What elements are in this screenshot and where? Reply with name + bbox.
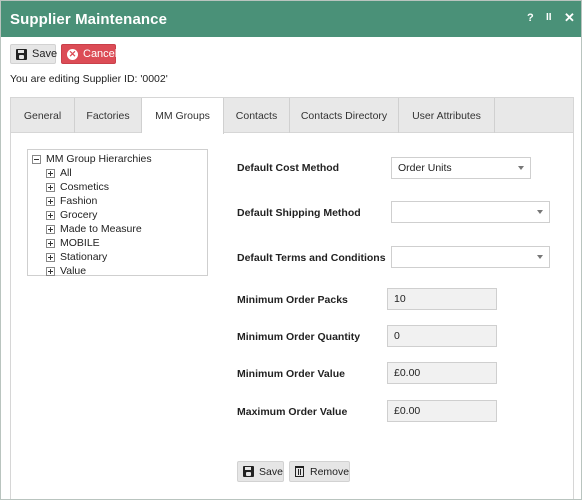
tree-item-label: Cosmetics bbox=[60, 181, 110, 193]
help-icon[interactable]: ? bbox=[527, 12, 534, 24]
tree-item[interactable]: Made to Measure bbox=[46, 222, 142, 236]
tab-contacts[interactable]: Contacts bbox=[224, 98, 290, 133]
tree-item[interactable]: Stationary bbox=[46, 250, 107, 264]
tab-contacts-directory[interactable]: Contacts Directory bbox=[290, 98, 399, 133]
supplier-maintenance-dialog: Supplier Maintenance ? II ✕ Save ✕ Cance… bbox=[0, 0, 582, 500]
dialog-title: Supplier Maintenance bbox=[10, 11, 168, 28]
tree-root-label: MM Group Hierarchies bbox=[46, 153, 152, 165]
min-order-quantity-label: Minimum Order Quantity bbox=[237, 331, 361, 343]
tree-item-label: MOBILE bbox=[60, 237, 100, 249]
min-order-quantity-input[interactable]: 0 bbox=[387, 325, 497, 347]
expand-icon[interactable] bbox=[46, 252, 55, 262]
default-terms-select[interactable] bbox=[391, 246, 550, 268]
pause-icon[interactable]: II bbox=[546, 12, 552, 23]
max-order-value-label: Maximum Order Value bbox=[237, 406, 348, 418]
cancel-button-label: Cancel bbox=[83, 48, 118, 60]
trash-icon bbox=[295, 466, 304, 477]
min-order-value-input[interactable]: £0.00 bbox=[387, 362, 497, 384]
min-order-packs-label: Minimum Order Packs bbox=[237, 294, 348, 306]
tree-item[interactable]: Cosmetics bbox=[46, 180, 109, 194]
tree-item[interactable]: Grocery bbox=[46, 208, 97, 222]
expand-icon[interactable] bbox=[46, 182, 55, 192]
max-order-value-input[interactable]: £0.00 bbox=[387, 400, 497, 422]
cancel-circle-icon: ✕ bbox=[67, 48, 78, 60]
save-button[interactable]: Save bbox=[10, 44, 58, 64]
expand-icon[interactable] bbox=[46, 196, 55, 206]
save-groups-button-label: Save bbox=[259, 465, 283, 478]
chevron-down-icon bbox=[518, 166, 524, 170]
tree-item-label: Value bbox=[60, 265, 87, 277]
title-bar: Supplier Maintenance ? II ✕ bbox=[1, 1, 581, 37]
save-button-label: Save bbox=[32, 48, 58, 60]
cancel-button[interactable]: ✕ Cancel bbox=[61, 44, 118, 64]
tab-strip: General Factories MM Groups Contacts Con… bbox=[11, 98, 573, 134]
tab-general[interactable]: General bbox=[11, 98, 75, 133]
collapse-icon[interactable] bbox=[32, 154, 41, 164]
remove-button[interactable]: Remove bbox=[289, 461, 350, 482]
tab-user-attributes[interactable]: User Attributes bbox=[399, 98, 495, 133]
min-order-packs-input[interactable]: 10 bbox=[387, 288, 497, 310]
floppy-disk-icon bbox=[243, 466, 254, 477]
chevron-down-icon bbox=[537, 210, 543, 214]
tree-item[interactable]: MOBILE bbox=[46, 236, 100, 250]
tree-item[interactable]: Fashion bbox=[46, 194, 97, 208]
tab-factories[interactable]: Factories bbox=[75, 98, 142, 133]
default-terms-label: Default Terms and Conditions bbox=[237, 252, 386, 264]
floppy-disk-icon bbox=[16, 48, 27, 60]
chevron-down-icon bbox=[537, 255, 543, 259]
default-cost-method-select[interactable]: Order Units bbox=[391, 157, 531, 179]
expand-icon[interactable] bbox=[46, 168, 55, 178]
expand-icon[interactable] bbox=[46, 266, 55, 276]
tree-item-label: Fashion bbox=[60, 195, 98, 207]
min-order-value-label: Minimum Order Value bbox=[237, 368, 345, 380]
expand-icon[interactable] bbox=[46, 224, 55, 234]
editing-status-text: You are editing Supplier ID: '0002' bbox=[10, 73, 168, 85]
tree-item[interactable]: Value bbox=[46, 264, 86, 278]
close-icon[interactable]: ✕ bbox=[564, 10, 575, 26]
remove-button-label: Remove bbox=[310, 465, 350, 478]
expand-icon[interactable] bbox=[46, 238, 55, 248]
tree-item-label: Stationary bbox=[60, 251, 108, 263]
default-shipping-method-select[interactable] bbox=[391, 201, 550, 223]
tree-root[interactable]: MM Group Hierarchies bbox=[32, 152, 152, 166]
default-cost-method-value: Order Units bbox=[398, 162, 452, 174]
tree-item-label: All bbox=[60, 167, 72, 179]
mm-group-tree: MM Group Hierarchies All Cosmetics Fashi… bbox=[27, 149, 208, 278]
default-shipping-method-label: Default Shipping Method bbox=[237, 207, 361, 219]
tree-item[interactable]: All bbox=[46, 166, 72, 180]
tab-mm-groups[interactable]: MM Groups bbox=[142, 98, 224, 134]
expand-icon[interactable] bbox=[46, 210, 55, 220]
tree-item-label: Made to Measure bbox=[60, 223, 142, 235]
tree-item-label: Grocery bbox=[60, 209, 98, 221]
default-cost-method-label: Default Cost Method bbox=[237, 162, 340, 174]
tab-panel: General Factories MM Groups Contacts Con… bbox=[10, 97, 574, 499]
save-groups-button[interactable]: Save bbox=[237, 461, 284, 482]
